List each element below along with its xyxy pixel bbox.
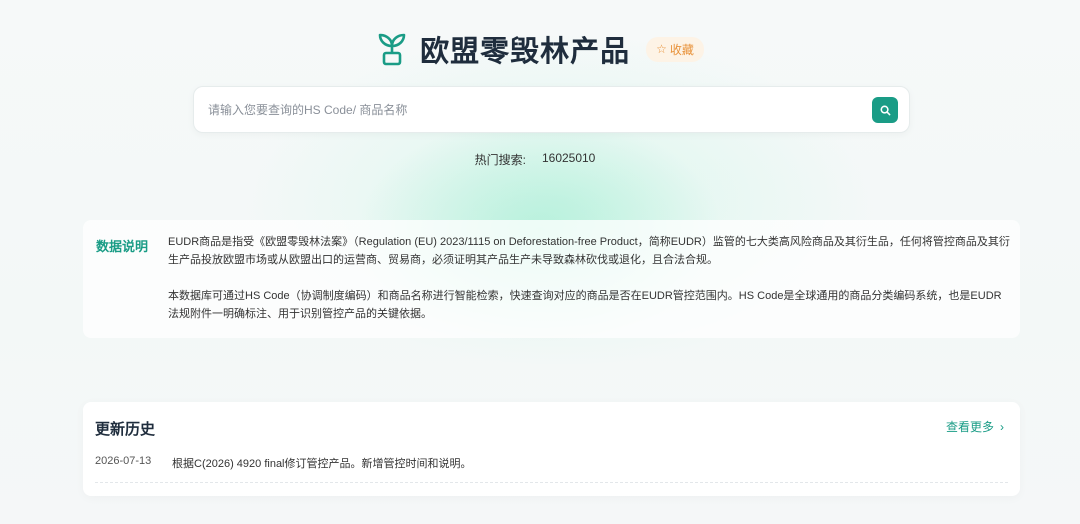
- search-input[interactable]: [208, 87, 848, 132]
- search-bar: [193, 86, 910, 133]
- view-more-label: 查看更多: [945, 420, 994, 434]
- view-more-link[interactable]: 查看更多 ›: [946, 418, 1004, 435]
- hot-search-label: 热门搜索:: [474, 153, 526, 167]
- favorite-label: 收藏: [669, 42, 694, 57]
- description-paragraph: EUDR商品是指受《欧盟零毁林法案》（Regulation (EU) 2023/…: [168, 236, 1010, 266]
- star-icon: ☆: [656, 42, 667, 56]
- history-text: 根据C(2026) 4920 final修订管控产品。新增管控时间和说明。: [172, 458, 472, 470]
- hot-search: 热门搜索: 16025010: [0, 151, 1080, 168]
- description-body: EUDR商品是指受《欧盟零毁林法案》（Regulation (EU) 2023/…: [168, 233, 1010, 323]
- sprout-icon: [378, 33, 406, 66]
- chevron-right-icon: ›: [1000, 419, 1004, 434]
- favorite-button[interactable]: ☆ 收藏: [646, 36, 704, 62]
- search-icon: [880, 105, 890, 115]
- hot-search-item[interactable]: 16025010: [542, 151, 595, 168]
- history-entry: 2026-07-13 根据C(2026) 4920 final修订管控产品。新增…: [95, 455, 1008, 483]
- data-description-card: 数据说明 EUDR商品是指受《欧盟零毁林法案》（Regulation (EU) …: [83, 220, 1020, 338]
- history-date: 2026-07-13: [95, 455, 152, 467]
- description-paragraph: 本数据库可通过HS Code（协调制度编码）和商品名称进行智能检索，快速查询对应…: [168, 290, 1002, 320]
- description-title: 数据说明: [96, 239, 149, 254]
- history-title: 更新历史: [95, 421, 156, 438]
- update-history-card: 更新历史 查看更多 › 2026-07-13 根据C(2026) 4920 fi…: [83, 402, 1020, 496]
- page-title: 欧盟零毁林产品: [420, 34, 631, 68]
- search-button[interactable]: [872, 97, 898, 123]
- page-header: 欧盟零毁林产品 ☆ 收藏: [0, 28, 1080, 70]
